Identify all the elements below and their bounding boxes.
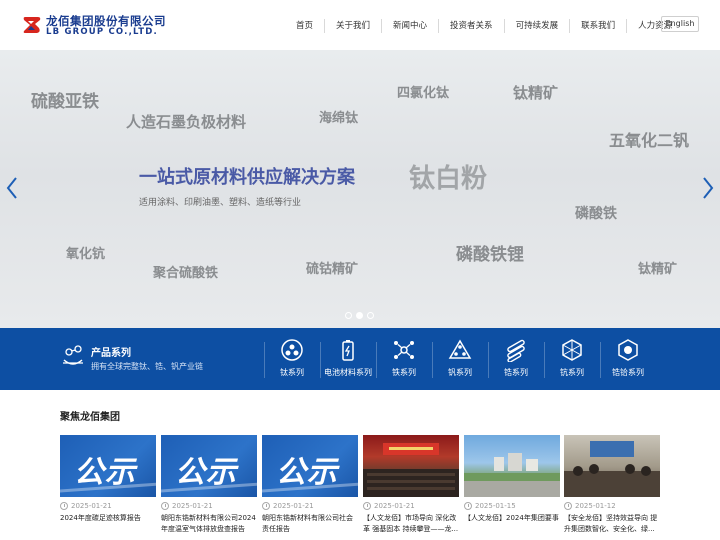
clock-icon bbox=[464, 502, 472, 510]
news-thumbnail: 公示 bbox=[60, 435, 156, 497]
slide-indicators bbox=[345, 312, 374, 319]
nav-contact[interactable]: 联系我们 bbox=[569, 19, 626, 33]
conference-hall-image bbox=[363, 443, 459, 497]
banner-subline: 适用涂料、印刷油墨、塑料、造纸等行业 bbox=[139, 198, 302, 208]
scandium-crystal-icon bbox=[562, 339, 582, 361]
news-card[interactable]: 公示 2025-01-21 朝阳东锆新材料有限公司社会责任报告 bbox=[262, 435, 358, 540]
news-date: 2025-01-15 bbox=[475, 502, 516, 510]
vanadium-icon bbox=[448, 339, 472, 359]
slide-dot-2[interactable] bbox=[356, 312, 363, 319]
banner-headline: 一站式原材料供应解决方案 bbox=[139, 167, 355, 188]
banner-word: 磷酸铁 bbox=[575, 206, 617, 222]
category-label: 钒系列 bbox=[448, 368, 472, 377]
banner-word: 钛精矿 bbox=[513, 84, 559, 102]
clock-icon bbox=[60, 502, 68, 510]
molecule-flask-icon bbox=[63, 345, 83, 365]
news-title: 2024年度碳足迹核算报告 bbox=[60, 514, 141, 522]
banner-word: 人造石墨负极材料 bbox=[126, 113, 247, 131]
category-label: 钛系列 bbox=[280, 368, 304, 377]
slide-dot-1[interactable] bbox=[345, 312, 352, 319]
news-date: 2025-01-12 bbox=[575, 502, 616, 510]
nav-about[interactable]: 关于我们 bbox=[324, 19, 381, 33]
news-thumbnail: 公示 bbox=[161, 435, 257, 497]
news-thumbnail-conference-photo bbox=[363, 435, 459, 497]
slide-dot-3[interactable] bbox=[367, 312, 374, 319]
category-label: 电池材料系列 bbox=[324, 368, 372, 377]
category-label: 锆系列 bbox=[504, 368, 528, 377]
product-series-title: 产品系列 bbox=[91, 348, 131, 359]
language-switch-button[interactable]: English bbox=[661, 16, 699, 32]
news-thumbnail: 公示 bbox=[262, 435, 358, 497]
category-battery-materials[interactable]: 电池材料系列 bbox=[320, 338, 376, 382]
zirconium-rods-icon bbox=[507, 339, 525, 362]
category-iron[interactable]: 铁系列 bbox=[376, 338, 432, 382]
banner-word: 海绵钛 bbox=[319, 111, 359, 126]
category-label: 钪系列 bbox=[560, 368, 584, 377]
news-date: 2025-01-21 bbox=[71, 502, 112, 510]
banner-prev-button[interactable] bbox=[4, 176, 20, 200]
logo-mark-icon bbox=[23, 17, 41, 33]
category-scandium[interactable]: 钪系列 bbox=[544, 338, 600, 382]
nav-investors[interactable]: 投资者关系 bbox=[438, 19, 504, 33]
news-thumbnail-campus-photo bbox=[464, 435, 560, 497]
banner-word: 钛白粉 bbox=[409, 164, 488, 194]
banner-next-button[interactable] bbox=[700, 176, 716, 200]
titanium-icon bbox=[281, 339, 303, 361]
category-zirconium-hafnium[interactable]: 锆铪系列 bbox=[600, 338, 656, 382]
battery-icon bbox=[342, 340, 354, 361]
news-title: 【人文龙佰】2024年集团要事 bbox=[464, 514, 559, 522]
banner-word: 四氯化钛 bbox=[397, 86, 450, 101]
campus-aerial-image bbox=[464, 453, 560, 497]
news-card[interactable]: 2025-01-15 【人文龙佰】2024年集团要事 bbox=[464, 435, 560, 540]
news-date: 2025-01-21 bbox=[172, 502, 213, 510]
news-card[interactable]: 公示 2025-01-21 2024年度碳足迹核算报告 bbox=[60, 435, 156, 540]
banner-word: 硫钴精矿 bbox=[306, 262, 359, 277]
news-title: 【人文龙佰】市场导向 深化改革 强基固本 持续攀登——龙... bbox=[363, 514, 459, 533]
category-titanium[interactable]: 钛系列 bbox=[264, 338, 320, 382]
news-card[interactable]: 2025-01-12 【安全龙佰】坚持效益导向 提升集团数智化、安全化、绿... bbox=[564, 435, 660, 540]
product-series-bar: 产品系列 拥有全球完整钛、锆、钒产业链 钛系列 电池材料系列 铁系列 钒系列 锆… bbox=[0, 328, 720, 390]
category-label: 铁系列 bbox=[392, 368, 416, 377]
nav-sustainability[interactable]: 可持续发展 bbox=[503, 19, 570, 33]
news-title: 【安全龙佰】坚持效益导向 提升集团数智化、安全化、绿... bbox=[564, 514, 658, 533]
banner-word: 五氧化二钒 bbox=[609, 131, 690, 150]
clock-icon bbox=[262, 502, 270, 510]
banner-word: 氧化钪 bbox=[66, 247, 106, 262]
nav-news[interactable]: 新闻中心 bbox=[381, 19, 438, 33]
nav-home[interactable]: 首页 bbox=[285, 19, 324, 33]
logo-name-en: LB GROUP CO.,LTD. bbox=[46, 27, 158, 37]
zirconium-hafnium-icon bbox=[618, 339, 638, 361]
section-title: 聚焦龙佰集团 bbox=[60, 412, 120, 423]
category-zirconium[interactable]: 锆系列 bbox=[488, 338, 544, 382]
clock-icon bbox=[161, 502, 169, 510]
chevron-right-icon bbox=[703, 177, 714, 199]
banner-word: 硫酸亚铁 bbox=[31, 92, 99, 112]
news-title: 朝阳东锆新材料有限公司2024年度温室气体排放盘查报告 bbox=[161, 514, 256, 533]
news-date: 2025-01-21 bbox=[273, 502, 314, 510]
news-card[interactable]: 公示 2025-01-21 朝阳东锆新材料有限公司2024年度温室气体排放盘查报… bbox=[161, 435, 257, 540]
main-nav: 首页 关于我们 新闻中心 投资者关系 可持续发展 联系我们 人力资源 bbox=[285, 19, 683, 33]
news-date: 2025-01-21 bbox=[374, 502, 415, 510]
banner-word: 磷酸铁锂 bbox=[456, 245, 524, 265]
clock-icon bbox=[564, 502, 572, 510]
iron-molecule-icon bbox=[394, 341, 414, 359]
site-header: 龙佰集团股份有限公司 LB GROUP CO.,LTD. 首页 关于我们 新闻中… bbox=[0, 0, 720, 50]
hero-banner: 硫酸亚铁 人造石墨负极材料 海绵钛 四氯化钛 钛精矿 五氧化二钒 钛白粉 磷酸铁… bbox=[0, 50, 720, 328]
category-label: 锆铪系列 bbox=[612, 368, 644, 377]
banner-word: 钛精矿 bbox=[638, 262, 678, 277]
category-vanadium[interactable]: 钒系列 bbox=[432, 338, 488, 382]
banner-word: 聚合硫酸铁 bbox=[153, 266, 219, 281]
company-logo[interactable]: 龙佰集团股份有限公司 LB GROUP CO.,LTD. bbox=[22, 13, 166, 39]
meeting-room-image bbox=[564, 441, 660, 497]
product-series-subtitle: 拥有全球完整钛、锆、钒产业链 bbox=[91, 362, 203, 371]
news-title: 朝阳东锆新材料有限公司社会责任报告 bbox=[262, 514, 353, 533]
news-card[interactable]: 2025-01-21 【人文龙佰】市场导向 深化改革 强基固本 持续攀登——龙.… bbox=[363, 435, 459, 540]
chevron-left-icon bbox=[6, 177, 17, 199]
news-thumbnail-meeting-photo bbox=[564, 435, 660, 497]
clock-icon bbox=[363, 502, 371, 510]
